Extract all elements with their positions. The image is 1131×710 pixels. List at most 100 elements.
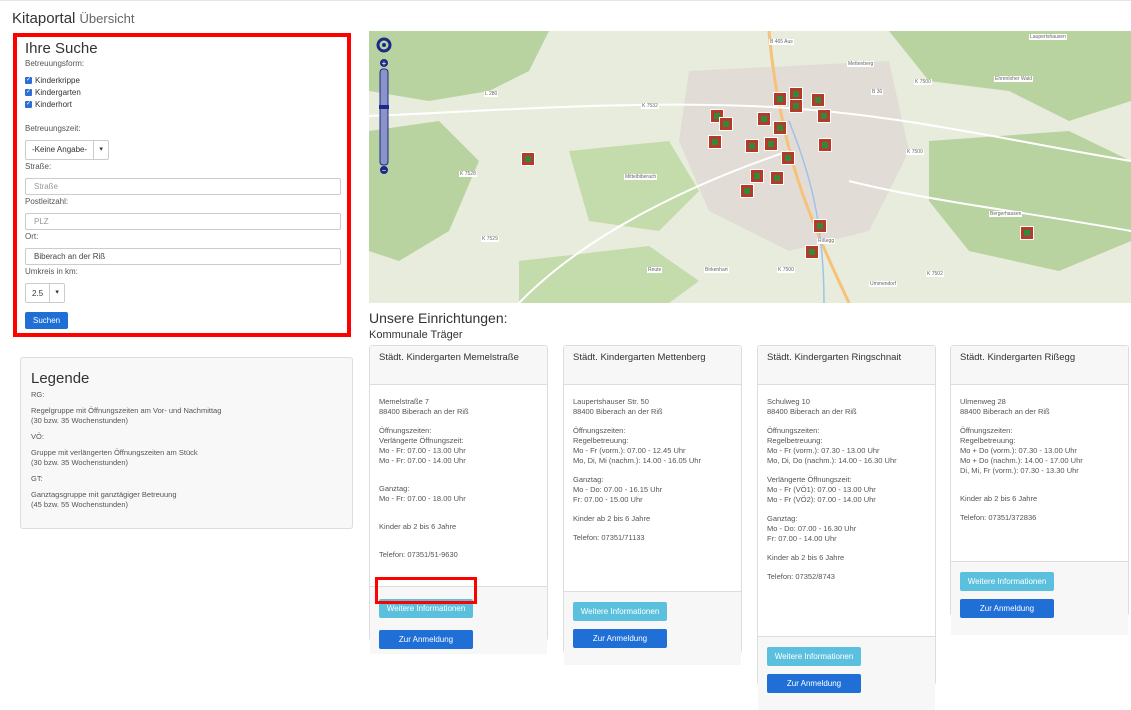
map-marker-icon[interactable] <box>708 135 722 149</box>
checkbox-kinderkrippe[interactable]: ✓ Kinderkrippe <box>25 74 345 86</box>
map-label: Bergerhausen <box>989 211 1023 217</box>
facility-street: Schulweg 10 <box>767 397 810 406</box>
checkbox-kindergarten[interactable]: ✓ Kindergarten <box>25 86 345 98</box>
legend-item: Regelgruppe mit Öffnungszeiten am Vor- u… <box>31 406 342 426</box>
map-marker-icon[interactable] <box>757 112 771 126</box>
map-marker-icon[interactable] <box>813 219 827 233</box>
facility-city: 88400 Biberach an der Riß <box>767 407 857 416</box>
facility-hours-line: Mo - Fr (VÖ1): 07.00 - 13.00 Uhr <box>767 485 876 494</box>
legend-item: Gruppe mit verlängerten Öffnungszeiten a… <box>31 448 342 468</box>
map-marker-icon[interactable] <box>740 184 754 198</box>
map-marker-icon[interactable] <box>817 109 831 123</box>
umkreis-select[interactable]: 2.5 ▾ <box>25 283 66 303</box>
legend-text: Gruppe mit verlängerten Öffnungszeiten a… <box>31 448 198 457</box>
ort-input[interactable]: Biberach an der Riß <box>25 247 341 265</box>
betreuungszeit-select[interactable]: -Keine Angabe- ▾ <box>25 139 110 160</box>
legend-code: GT: <box>31 474 43 483</box>
search-heading: Ihre Suche <box>25 40 98 57</box>
facility-hours-line: Mo, Di, Do (nachm.): 14.00 - 16.30 Uhr <box>767 456 897 465</box>
facility-hours-title: Öffnungszeiten: <box>379 426 432 435</box>
legend-heading: Legende <box>31 370 90 387</box>
facility-details: Laupertshauser Str. 50 88400 Biberach an… <box>564 385 741 591</box>
betreuungszeit-label: Betreuungszeit: <box>25 124 81 133</box>
map-marker-icon[interactable] <box>773 121 787 135</box>
register-button[interactable]: Zur Anmeldung <box>767 674 861 693</box>
more-info-button[interactable]: Weitere Informationen <box>767 647 861 666</box>
facility-hours-line: Mo - Fr: 07.00 - 13.00 Uhr <box>379 446 466 455</box>
legend-item: VÖ: <box>31 432 342 442</box>
map-marker-icon[interactable] <box>805 245 819 259</box>
app-title: Kitaportal <box>12 10 76 27</box>
map-marker-icon[interactable] <box>745 139 759 153</box>
map-label: K 7500 <box>777 267 795 273</box>
checkbox-label: Kindergarten <box>35 87 81 97</box>
map-marker-icon[interactable] <box>781 151 795 165</box>
facility-hours-line: Di, Mi, Fr (vorm.): 07.30 - 13.30 Uhr <box>960 466 1079 475</box>
plz-input[interactable]: PLZ <box>25 212 341 230</box>
legend-code: VÖ: <box>31 432 44 441</box>
register-button[interactable]: Zur Anmeldung <box>960 599 1054 618</box>
facilities-group-heading: Kommunale Träger <box>369 329 463 341</box>
facility-hours-line: Mo - Fr (VÖ2): 07.00 - 14.00 Uhr <box>767 495 876 504</box>
register-button[interactable]: Zur Anmeldung <box>379 630 473 649</box>
legend-hours: (45 bzw. 55 Wochenstunden) <box>31 500 129 509</box>
map-marker-icon[interactable] <box>764 137 778 151</box>
umkreis-label: Umkreis in km: <box>25 266 78 276</box>
map[interactable]: + − B 465 Aus Mettenberg Ehrenloher Wald… <box>369 31 1131 303</box>
facility-details: Memelstraße 7 88400 Biberach an der Riß … <box>370 385 547 586</box>
more-info-button[interactable]: Weitere Informationen <box>960 572 1054 591</box>
map-label: K 7529 <box>481 236 499 242</box>
facility-phone: Telefon: 07352/8743 <box>767 572 835 581</box>
facility-hours-line: Mo - Do: 07.00 - 16.30 Uhr <box>767 524 857 533</box>
facility-hours-line: Regelbetreuung: <box>960 436 1016 445</box>
facility-street: Memelstraße 7 <box>379 397 430 406</box>
strasse-label: Straße: <box>25 161 52 171</box>
map-label: Ehrenloher Wald <box>994 76 1034 82</box>
map-marker-icon[interactable] <box>789 99 803 113</box>
facility-card: Städt. Kindergarten Rißegg Ulmenweg 28 8… <box>950 345 1129 635</box>
map-zoom-control[interactable]: + − <box>373 37 395 177</box>
map-marker-icon[interactable] <box>1020 226 1034 240</box>
facility-hours-line: Regelbetreuung: <box>573 436 629 445</box>
legend-item: RG: <box>31 390 342 400</box>
strasse-input[interactable]: Straße <box>25 177 341 195</box>
more-info-button[interactable]: Weitere Informationen <box>573 602 667 621</box>
facility-hours-line: Ganztag: <box>767 514 798 523</box>
checkbox-checked-icon: ✓ <box>25 88 32 96</box>
map-marker-icon[interactable] <box>773 92 787 106</box>
map-label: Ummendorf <box>869 281 898 287</box>
map-label: K 7532 <box>641 103 659 109</box>
facility-street: Ulmenweg 28 <box>960 397 1006 406</box>
facility-details: Ulmenweg 28 88400 Biberach an der Riß Öf… <box>951 385 1128 561</box>
facility-name: Städt. Kindergarten Ringschnait <box>758 346 935 385</box>
facility-hours-line: Fr: 07.00 - 14.00 Uhr <box>767 534 837 543</box>
map-marker-icon[interactable] <box>750 169 764 183</box>
checkbox-kinderhort[interactable]: ✓ Kinderhort <box>25 98 345 110</box>
map-marker-icon[interactable] <box>818 138 832 152</box>
facilities-heading: Unsere Einrichtungen: <box>369 310 508 326</box>
facility-hours-title: Öffnungszeiten: <box>573 426 626 435</box>
checkbox-checked-icon: ✓ <box>25 76 32 84</box>
facility-city: 88400 Biberach an der Riß <box>573 407 663 416</box>
checkbox-checked-icon: ✓ <box>25 100 32 108</box>
search-panel: Ihre Suche Betreuungsform: ✓ Kinderkrippe… <box>25 40 345 329</box>
caret-down-icon: ▾ <box>93 140 108 159</box>
facility-hours-line: Mo - Fr (vorm.): 07.30 - 13.00 Uhr <box>767 446 880 455</box>
register-button[interactable]: Zur Anmeldung <box>573 629 667 648</box>
map-label: Mettenberg <box>847 61 875 67</box>
legend-text: Ganztagsgruppe mit ganztägiger Betreuung <box>31 490 177 499</box>
map-label: Rißegg <box>817 238 836 244</box>
legend-hours: (30 bzw. 35 Wochenstunden) <box>31 416 129 425</box>
map-marker-icon[interactable] <box>811 93 825 107</box>
search-button[interactable]: Suchen <box>25 312 69 329</box>
betreuungsform-label: Betreuungsform: <box>25 59 85 68</box>
map-label: Laupertshausen <box>1029 34 1067 40</box>
facility-hours-line: Mo - Fr: 07.00 - 14.00 Uhr <box>379 456 466 465</box>
map-marker-icon[interactable] <box>521 152 535 166</box>
map-marker-icon[interactable] <box>770 171 784 185</box>
map-background <box>369 31 1131 303</box>
top-border <box>0 0 1131 1</box>
app-subtitle: Übersicht <box>79 11 135 26</box>
svg-text:+: + <box>382 59 387 68</box>
map-marker-icon[interactable] <box>719 117 733 131</box>
